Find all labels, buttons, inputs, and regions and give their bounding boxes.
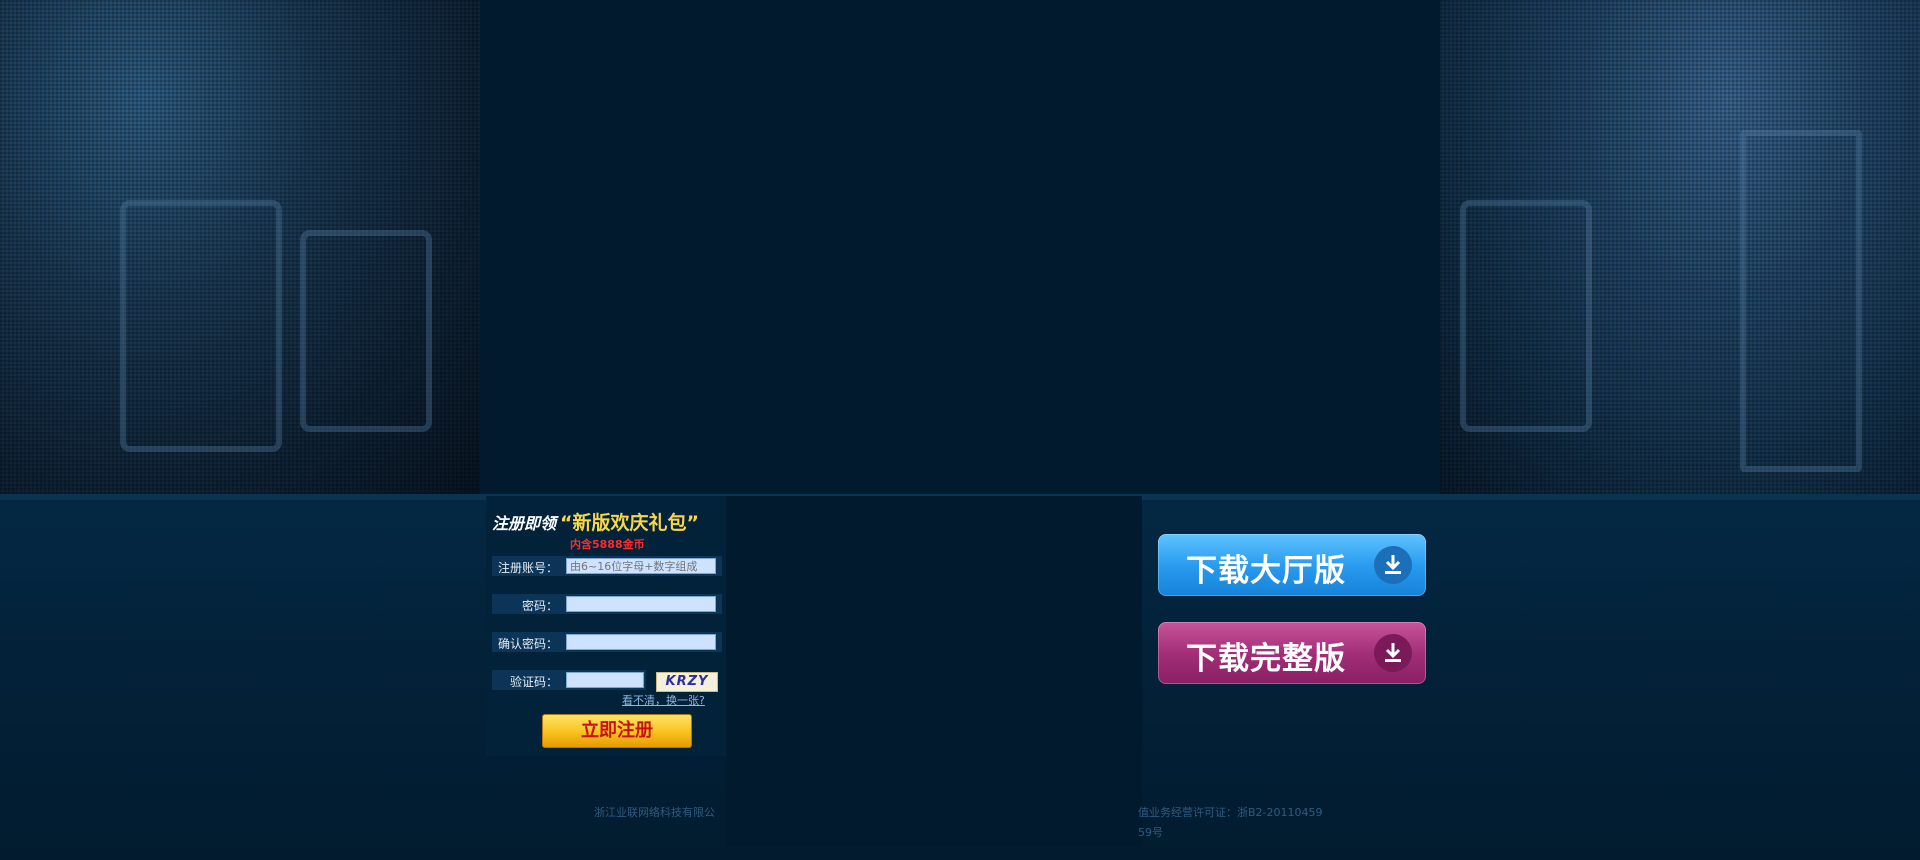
password-label: 密码：: [521, 599, 558, 613]
captcha-label: 验证码：: [509, 675, 558, 689]
footer-record: 59号: [1138, 826, 1163, 839]
confirm-password-input[interactable]: [566, 634, 716, 650]
captcha-row: 验证码：: [492, 670, 646, 690]
download-hall-label: 下载大厅版: [1186, 553, 1346, 589]
download-arrow-icon: [1374, 634, 1412, 672]
account-label: 注册账号：: [497, 561, 558, 575]
title-prefix: 注册即领: [492, 514, 557, 533]
footer-company: 浙江业联网络科技有限公: [594, 806, 715, 819]
gift-pack-title: “新版欢庆礼包”: [560, 512, 699, 534]
background-scene-right: [1440, 0, 1920, 494]
gift-subtitle: 内含5888金币: [570, 538, 645, 551]
registration-panel: 注册即领“新版欢庆礼包” 内含5888金币 注册账号： 密码： 确认密码： 验证…: [486, 496, 726, 756]
background-door-shape: [1460, 200, 1592, 432]
confirm-password-label: 确认密码：: [497, 637, 558, 651]
background-door-shape: [300, 230, 432, 432]
background-door-shape: [120, 200, 282, 452]
refresh-captcha-link[interactable]: 看不清，换一张?: [622, 692, 705, 708]
captcha-input[interactable]: [566, 672, 644, 688]
footer-license: 值业务经营许可证：浙B2-20110459: [1138, 806, 1323, 819]
center-panel: [726, 496, 1142, 846]
account-row: 注册账号：: [492, 556, 722, 576]
register-button[interactable]: 立即注册: [542, 714, 692, 748]
hero-banner-area: [480, 0, 1440, 496]
account-input[interactable]: [566, 558, 716, 574]
background-machine-shape: [1740, 130, 1862, 472]
confirm-password-row: 确认密码：: [492, 632, 722, 652]
download-full-label: 下载完整版: [1186, 641, 1346, 677]
download-full-button[interactable]: 下载完整版: [1158, 622, 1426, 684]
registration-title: 注册即领 “新版欢庆礼包”: [492, 508, 699, 535]
download-hall-button[interactable]: 下载大厅版: [1158, 534, 1426, 596]
captcha-image[interactable]: KRZY: [656, 672, 718, 692]
background-scene-left: [0, 0, 480, 494]
password-row: 密码：: [492, 594, 722, 614]
download-arrow-icon: [1374, 546, 1412, 584]
password-input[interactable]: [566, 596, 716, 612]
